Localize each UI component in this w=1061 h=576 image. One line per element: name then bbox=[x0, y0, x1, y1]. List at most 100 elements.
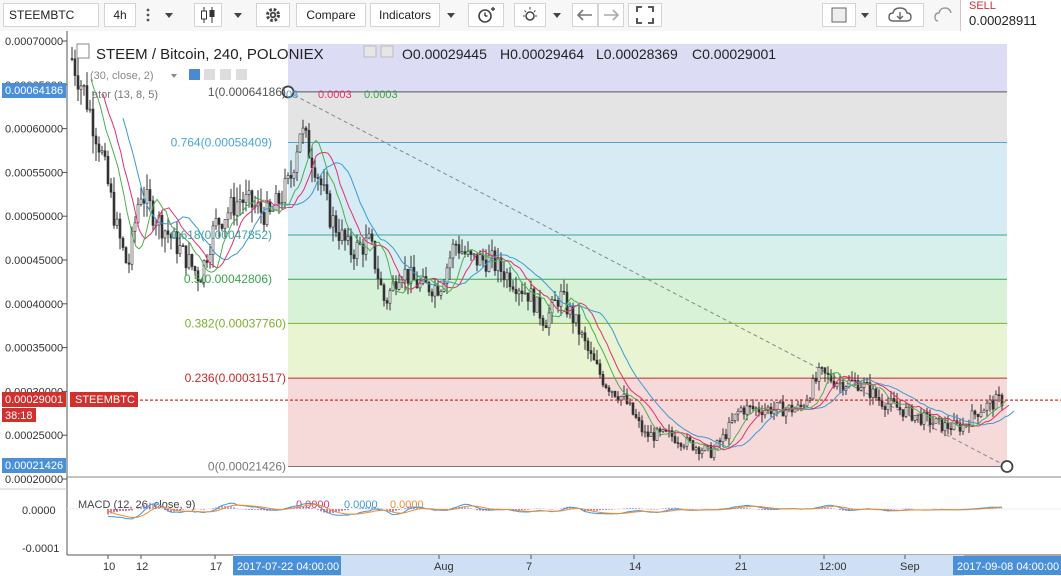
alligator-legend-label: ator (13, 8, 5) bbox=[92, 89, 158, 101]
candle-body bbox=[379, 278, 383, 286]
indicators-button[interactable]: Indicators bbox=[370, 3, 440, 27]
candle-body bbox=[949, 428, 953, 431]
candle-body bbox=[457, 244, 461, 254]
chevron-down-icon[interactable] bbox=[158, 3, 180, 27]
time-tick-label: 10 bbox=[103, 561, 115, 573]
candle-body bbox=[883, 406, 887, 410]
candle-body bbox=[163, 230, 167, 239]
candle-body bbox=[826, 372, 830, 375]
candle-body bbox=[292, 172, 296, 179]
symbol-logo-icon bbox=[76, 43, 90, 59]
trend-anchor-end[interactable] bbox=[1000, 460, 1014, 473]
candle-body bbox=[694, 447, 698, 451]
candle-body bbox=[559, 290, 563, 307]
candle-body bbox=[394, 281, 398, 290]
candle-body bbox=[823, 367, 827, 374]
theme-chevron-icon[interactable] bbox=[546, 3, 568, 27]
series-tag-text: STEEMBTC bbox=[75, 394, 135, 406]
candle-body bbox=[997, 394, 1001, 396]
candle-body bbox=[328, 193, 332, 228]
fib-level-label: 0.382(0.00037760) bbox=[185, 316, 286, 330]
price-tick-label: 0.00050000 bbox=[5, 211, 63, 223]
undo-icon[interactable] bbox=[572, 3, 598, 27]
candle-body bbox=[382, 284, 386, 301]
candle-body bbox=[217, 218, 221, 225]
redo-icon[interactable] bbox=[598, 3, 624, 27]
more-intervals-icon[interactable] bbox=[138, 3, 158, 27]
candle-body bbox=[418, 283, 422, 289]
svg-text:0.00029001: 0.00029001 bbox=[5, 394, 63, 406]
candle-body bbox=[370, 233, 374, 242]
candle-body bbox=[529, 288, 533, 302]
candle-body bbox=[970, 410, 974, 427]
fullscreen-icon[interactable] bbox=[628, 3, 662, 27]
candle-body bbox=[367, 233, 371, 239]
svg-text:2017-07-22 04:00:00: 2017-07-22 04:00:00 bbox=[237, 561, 339, 573]
candle-body bbox=[103, 150, 107, 157]
indicators-chevron-icon[interactable] bbox=[440, 3, 462, 27]
candle-body bbox=[259, 202, 263, 213]
candle-body bbox=[598, 363, 602, 375]
candle-body bbox=[580, 332, 584, 335]
candle-body bbox=[841, 382, 845, 391]
color-chevron-icon[interactable] bbox=[856, 3, 874, 27]
ma-close-icon[interactable] bbox=[236, 69, 247, 80]
gear-icon[interactable] bbox=[256, 3, 290, 27]
candle-body bbox=[277, 193, 281, 204]
price-axis[interactable]: 0.000700000.000650000.000600000.00055000… bbox=[0, 31, 68, 566]
time-axis[interactable]: 10 12 17 Aug 7 14 21 12:00 Sep 2017-07-22 04:00:… bbox=[0, 554, 1061, 576]
alligator-value-2: 0.0003 bbox=[318, 89, 352, 101]
candle-body bbox=[139, 198, 143, 205]
candlestick-icon[interactable] bbox=[194, 3, 222, 27]
candle-body bbox=[709, 445, 713, 458]
candle-body bbox=[181, 245, 185, 247]
interval-selector[interactable]: 4h bbox=[104, 3, 136, 27]
candle-body bbox=[88, 108, 92, 111]
cloud-load-icon[interactable] bbox=[930, 3, 958, 27]
candle-body bbox=[352, 254, 356, 259]
chart-title: STEEM / Bitcoin, 240, POLONIEX bbox=[96, 46, 324, 63]
legend-settings-icon[interactable] bbox=[380, 45, 394, 58]
time-tick-label: 7 bbox=[526, 561, 532, 573]
ma-settings-icon[interactable] bbox=[204, 69, 215, 80]
cloud-save-icon[interactable] bbox=[876, 3, 924, 27]
candle-body bbox=[97, 143, 101, 153]
candle-body bbox=[586, 340, 590, 351]
candle-body bbox=[547, 312, 551, 329]
candle-body bbox=[322, 184, 326, 186]
ma-plus-icon[interactable] bbox=[220, 69, 231, 80]
candle-body bbox=[952, 420, 956, 431]
candle-body bbox=[817, 367, 821, 382]
candle-body bbox=[85, 85, 89, 110]
candle-body bbox=[640, 420, 644, 433]
sell-button[interactable]: SELL 0.00028911 bbox=[960, 0, 1061, 32]
top-toolbar: STEEMBTC 4h Compare Indicators SELL 0.00… bbox=[0, 0, 1061, 32]
candle-body bbox=[445, 267, 449, 284]
candle-body bbox=[646, 431, 650, 437]
candle-body bbox=[718, 440, 722, 443]
candle-body bbox=[478, 254, 482, 266]
candle-body bbox=[73, 58, 77, 76]
alert-clock-icon[interactable] bbox=[468, 3, 504, 27]
price-tick-label: 0.00035000 bbox=[5, 343, 63, 355]
candle-body bbox=[148, 189, 152, 202]
legend-visibility-icon[interactable] bbox=[363, 45, 377, 58]
candle-body bbox=[805, 400, 809, 407]
candle-body bbox=[583, 332, 587, 342]
compare-button[interactable]: Compare bbox=[296, 3, 366, 27]
candle-body bbox=[295, 151, 299, 173]
candle-body bbox=[652, 432, 656, 441]
sun-theme-icon[interactable] bbox=[514, 3, 546, 27]
color-square-icon[interactable] bbox=[822, 3, 856, 27]
time-tick-label: 17 bbox=[210, 561, 222, 573]
ma-eye-icon[interactable] bbox=[189, 69, 200, 80]
candle-body bbox=[691, 440, 695, 451]
candle-body bbox=[880, 400, 884, 407]
candle-body bbox=[70, 58, 74, 60]
chart-type-chevron-icon[interactable] bbox=[226, 3, 250, 27]
candle-body bbox=[802, 405, 806, 408]
price-chart[interactable]: 1(0.00064186) 0.764(0.00058409) 0.618(0.00… bbox=[0, 31, 1061, 576]
symbol-search-input[interactable]: STEEMBTC bbox=[3, 3, 99, 27]
price-tick-label: 0.00060000 bbox=[5, 124, 63, 136]
time-range-highlight bbox=[233, 555, 964, 576]
